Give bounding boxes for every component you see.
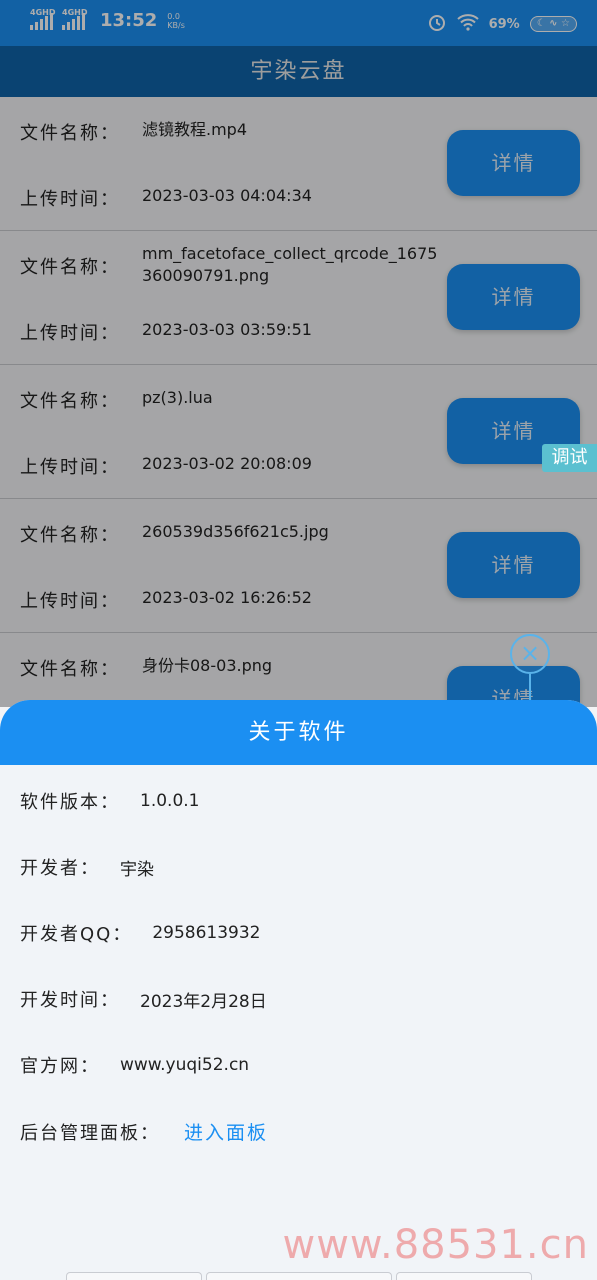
upload-time: 2023-03-03 03:59:51	[142, 320, 312, 339]
version-label: 软件版本：	[20, 792, 120, 813]
upload-time-label: 上传时间：	[20, 457, 120, 478]
status-bar: 4GHD 4GHD 13:52 0.0 KB/s 69% ☾ ∿ ☆	[0, 0, 597, 46]
upload-time: 2023-03-02 16:26:52	[142, 588, 312, 607]
nav-hint	[66, 1272, 202, 1280]
file-name-label: 文件名称：	[20, 123, 120, 144]
file-name-label: 文件名称：	[20, 659, 120, 680]
app-title: 宇染云盘	[0, 46, 597, 97]
file-name: 260539d356f621c5.jpg	[142, 522, 329, 541]
debug-badge[interactable]: 调试	[542, 444, 597, 472]
watermark: www.88531.cn	[282, 1222, 589, 1268]
details-button[interactable]: 详情	[447, 130, 580, 196]
admin-label: 后台管理面板：	[20, 1122, 160, 1144]
website-label: 官方网：	[20, 1056, 100, 1077]
cell-signal-icon: 4GHD	[30, 8, 58, 30]
website-row: 官方网： www.yuqi52.cn	[20, 1052, 249, 1078]
file-name: pz(3).lua	[142, 388, 213, 407]
version-row: 软件版本： 1.0.0.1	[20, 788, 199, 814]
dev-time-row: 开发时间： 2023年2月28日	[20, 986, 267, 1012]
list-item: 文件名称： pz(3).lua 上传时间： 2023-03-02 20:08:0…	[0, 365, 597, 499]
list-item: 文件名称： 滤镜教程.mp4 上传时间： 2023-03-03 04:04:34…	[0, 97, 597, 231]
wifi-icon	[456, 13, 479, 35]
close-icon[interactable]: ×	[510, 634, 550, 674]
developer-row: 开发者： 宇染	[20, 854, 154, 880]
details-button[interactable]: 详情	[447, 532, 580, 598]
status-left: 4GHD 4GHD 13:52 0.0 KB/s	[30, 8, 185, 31]
qq-label: 开发者QQ：	[20, 924, 133, 945]
network-type-2: 4GHD	[62, 7, 88, 17]
admin-row: 后台管理面板： 进入面板	[20, 1118, 268, 1145]
network-type-1: 4GHD	[30, 7, 56, 17]
upload-time-label: 上传时间：	[20, 189, 120, 210]
file-name-label: 文件名称：	[20, 525, 120, 546]
file-name: mm_facetoface_collect_qrcode_16753600907…	[142, 244, 438, 285]
list-item: 文件名称： 260539d356f621c5.jpg 上传时间： 2023-03…	[0, 499, 597, 633]
qq-value: 2958613932	[152, 923, 261, 943]
developer-label: 开发者：	[20, 858, 100, 879]
battery-level: 69%	[488, 16, 520, 32]
upload-time-label: 上传时间：	[20, 591, 120, 612]
file-list: 文件名称： 滤镜教程.mp4 上传时间： 2023-03-03 04:04:34…	[0, 97, 597, 767]
speed-unit: KB/s	[167, 20, 185, 30]
website-value: www.yuqi52.cn	[120, 1055, 250, 1075]
clock: 13:52	[100, 10, 158, 31]
dev-time-label: 开发时间：	[20, 990, 120, 1011]
upload-time: 2023-03-03 04:04:34	[142, 186, 312, 205]
qq-row: 开发者QQ： 2958613932	[20, 920, 261, 946]
close-connector	[529, 674, 531, 700]
upload-time: 2023-03-02 20:08:09	[142, 454, 312, 473]
about-sheet: 关于软件 软件版本： 1.0.0.1 开发者： 宇染 开发者QQ： 295861…	[0, 700, 597, 1280]
admin-panel-link[interactable]: 进入面板	[184, 1118, 268, 1145]
sheet-title: 关于软件	[0, 700, 597, 765]
file-name-label: 文件名称：	[20, 257, 120, 278]
nav-hint	[396, 1272, 532, 1280]
nav-hint	[206, 1272, 392, 1280]
network-speed: 0.0 KB/s	[167, 12, 185, 30]
moon-icon: ☾ ∿ ☆	[529, 16, 577, 32]
version-value: 1.0.0.1	[140, 791, 200, 811]
file-name-label: 文件名称：	[20, 391, 120, 412]
file-name: 身份卡08-03.png	[142, 656, 273, 675]
speed-value: 0.0	[167, 11, 181, 21]
upload-time-label: 上传时间：	[20, 323, 120, 344]
status-right: 69% ☾ ∿ ☆	[427, 12, 577, 36]
developer-value: 宇染	[120, 859, 154, 880]
list-item: 文件名称： mm_facetoface_collect_qrcode_16753…	[0, 231, 597, 365]
file-name: 滤镜教程.mp4	[142, 120, 248, 139]
dev-time-value: 2023年2月28日	[140, 991, 267, 1012]
cell-signal-icon: 4GHD	[62, 8, 90, 30]
alarm-icon	[427, 12, 447, 36]
details-button[interactable]: 详情	[447, 264, 580, 330]
